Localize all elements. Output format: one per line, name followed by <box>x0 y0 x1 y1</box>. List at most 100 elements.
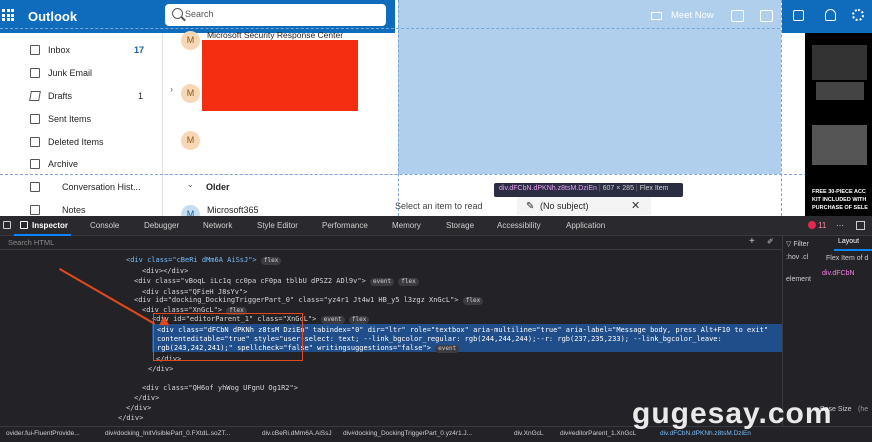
nav-item-notes[interactable]: Notes <box>62 205 86 215</box>
tab-network[interactable]: Network <box>203 221 232 230</box>
nav-item-deleted[interactable]: Deleted Items <box>48 137 104 147</box>
breadcrumb-item[interactable]: div#docking_DockingTriggerPart_0.yz4r1.J… <box>343 430 472 437</box>
video-icon[interactable] <box>651 12 662 20</box>
dock-icon[interactable] <box>856 221 865 230</box>
flex-badge[interactable]: flex <box>260 257 282 265</box>
sent-icon <box>30 114 40 124</box>
group-header-older[interactable]: Older <box>206 182 230 192</box>
flex-badge[interactable]: flex <box>398 278 419 286</box>
avatar: M <box>181 131 200 150</box>
devtools-toolbar <box>0 216 872 236</box>
pencil-icon: ✎ <box>526 201 535 212</box>
markup-line[interactable]: </div> <box>118 414 143 422</box>
error-icon[interactable] <box>808 221 816 229</box>
search-box[interactable]: Search <box>165 4 386 26</box>
empty-reading-text: Select an item to read <box>395 201 483 211</box>
tooltip-selector: div.dFCbN.dPKNh.z8tsM.DziEn <box>499 185 597 192</box>
gear-icon[interactable] <box>852 9 864 21</box>
avatar: M <box>181 84 200 103</box>
add-node-icon[interactable]: + <box>749 236 755 247</box>
chevron-down-icon[interactable]: ⌄ <box>187 180 194 189</box>
nav-item-junk[interactable]: Junk Email <box>48 68 92 78</box>
draft-subject[interactable]: (No subject) <box>540 201 589 211</box>
tab-style-editor[interactable]: Style Editor <box>257 221 298 230</box>
markup-text: <div class="cBeRi dMm6A AiSsJ"> <box>126 256 257 264</box>
tooltip-size: 607 × 285 <box>602 185 634 192</box>
markup-text: <div class="QH6of yhWog UFgnU Og1R2"> <box>142 384 298 392</box>
nav-item-drafts[interactable]: Drafts <box>48 91 72 101</box>
breadcrumb-item[interactable]: div.cBeRi.dMm6A.AiSsJ <box>262 430 332 437</box>
markup-search-row <box>0 236 872 250</box>
inspector-tooltip: div.dFCbN.dPKNh.z8tsM.DziEn | 607 × 285 … <box>494 183 683 197</box>
breadcrumb-item[interactable]: ovider.fui-FluentProvide... <box>6 430 80 437</box>
inbox-count: 17 <box>134 45 145 55</box>
flex-badge[interactable]: flex <box>462 297 484 305</box>
markup-text: <div class="vBoqL iLc1q cc0pa cF0pa tblb… <box>134 277 366 285</box>
filter-icon[interactable]: ▽ Filter <box>786 240 809 248</box>
base-size-value: (he <box>858 406 869 413</box>
more-icon[interactable]: ⋯ <box>836 221 844 230</box>
eyedropper-icon[interactable]: ✐ <box>767 237 774 246</box>
breadcrumb-item[interactable]: div.XnGcL <box>514 430 544 437</box>
nav-item-sent[interactable]: Sent Items <box>48 114 91 124</box>
markup-line[interactable]: </div> <box>126 404 151 412</box>
event-badge[interactable]: event <box>320 316 345 324</box>
breadcrumb-item[interactable]: div.dFCbN.dPKNh.z8tsM.DziEn <box>660 430 751 437</box>
nav-item-inbox[interactable]: Inbox <box>48 45 70 55</box>
event-badge[interactable]: event <box>435 345 460 353</box>
compose-icon[interactable] <box>793 10 804 21</box>
drafts-count: 1 <box>138 91 144 101</box>
tab-layout[interactable]: Layout <box>838 238 859 245</box>
annotation-box <box>153 313 303 361</box>
pseudo-class-toggle[interactable]: :hov .cl <box>786 254 808 261</box>
app-launcher-icon[interactable] <box>2 9 14 21</box>
markup-search-input[interactable]: Search HTML <box>8 238 54 247</box>
tab-debugger[interactable]: Debugger <box>144 221 179 230</box>
markup-line[interactable]: </div> <box>148 365 173 373</box>
ad-product-image <box>816 82 864 100</box>
event-badge[interactable]: event <box>370 278 395 286</box>
close-icon[interactable]: ✕ <box>631 199 640 212</box>
inspector-highlight <box>398 0 781 174</box>
tab-inspector[interactable]: Inspector <box>32 221 68 230</box>
notes-icon <box>30 205 40 215</box>
tab-accessibility[interactable]: Accessibility <box>497 221 541 230</box>
markup-line[interactable]: <div></div> <box>142 267 188 275</box>
pick-element-icon[interactable] <box>3 221 11 229</box>
sender-name[interactable]: Microsoft365 <box>207 205 259 215</box>
watermark: gugesay.com <box>632 397 833 430</box>
breadcrumb-item[interactable]: div#docking_InitVisiblePart_0.FXtdL.soZT… <box>105 430 230 437</box>
flex-badge[interactable]: flex <box>348 316 370 324</box>
error-count[interactable]: 11 <box>818 221 826 230</box>
markup-text: <div id="docking_DockingTriggerPart_0" c… <box>134 296 459 304</box>
teams-icon[interactable] <box>731 10 744 22</box>
tab-storage[interactable]: Storage <box>446 221 474 230</box>
bell-icon[interactable] <box>825 9 836 21</box>
markup-line[interactable]: <div class="QH6of yhWog UFgnU Og1R2"> <box>142 384 298 392</box>
archive-icon <box>30 159 40 169</box>
active-tab-indicator <box>834 249 872 251</box>
markup-line[interactable]: <div class="vBoqL iLc1q cc0pa cF0pa tblb… <box>134 277 419 286</box>
sender-name[interactable]: Microsoft Security Response Center <box>207 30 343 40</box>
tooltip-kind: Flex Item <box>639 185 669 192</box>
flex-item-selector[interactable]: div.dFCbN <box>822 270 855 277</box>
redacted-block <box>202 40 358 111</box>
search-icon <box>172 8 183 19</box>
ad-text: FREE 30-PIECE ACC KIT INCLUDED WITH PURC… <box>812 189 868 211</box>
tab-memory[interactable]: Memory <box>392 221 421 230</box>
nav-item-archive[interactable]: Archive <box>48 159 78 169</box>
chevron-right-icon[interactable]: › <box>170 84 173 94</box>
tab-performance[interactable]: Performance <box>322 221 368 230</box>
avatar: M <box>181 31 200 50</box>
search-placeholder: Search <box>185 9 214 19</box>
markup-line[interactable]: </div> <box>134 394 159 402</box>
tab-application[interactable]: Application <box>566 221 605 230</box>
meet-now-button[interactable]: Meet Now <box>671 10 714 21</box>
calendar-icon[interactable] <box>760 10 773 22</box>
nav-item-conversation-history[interactable]: Conversation Hist... <box>62 182 141 192</box>
markup-line[interactable]: <div class="cBeRi dMm6A AiSsJ"> flex <box>126 256 282 265</box>
tab-console[interactable]: Console <box>90 221 119 230</box>
markup-line[interactable]: <div class="QFieH J8sYv"> <box>142 288 247 296</box>
markup-line[interactable]: <div id="docking_DockingTriggerPart_0" c… <box>134 296 484 305</box>
breadcrumb-item[interactable]: div#editorParent_1.XnGcL <box>560 430 636 437</box>
